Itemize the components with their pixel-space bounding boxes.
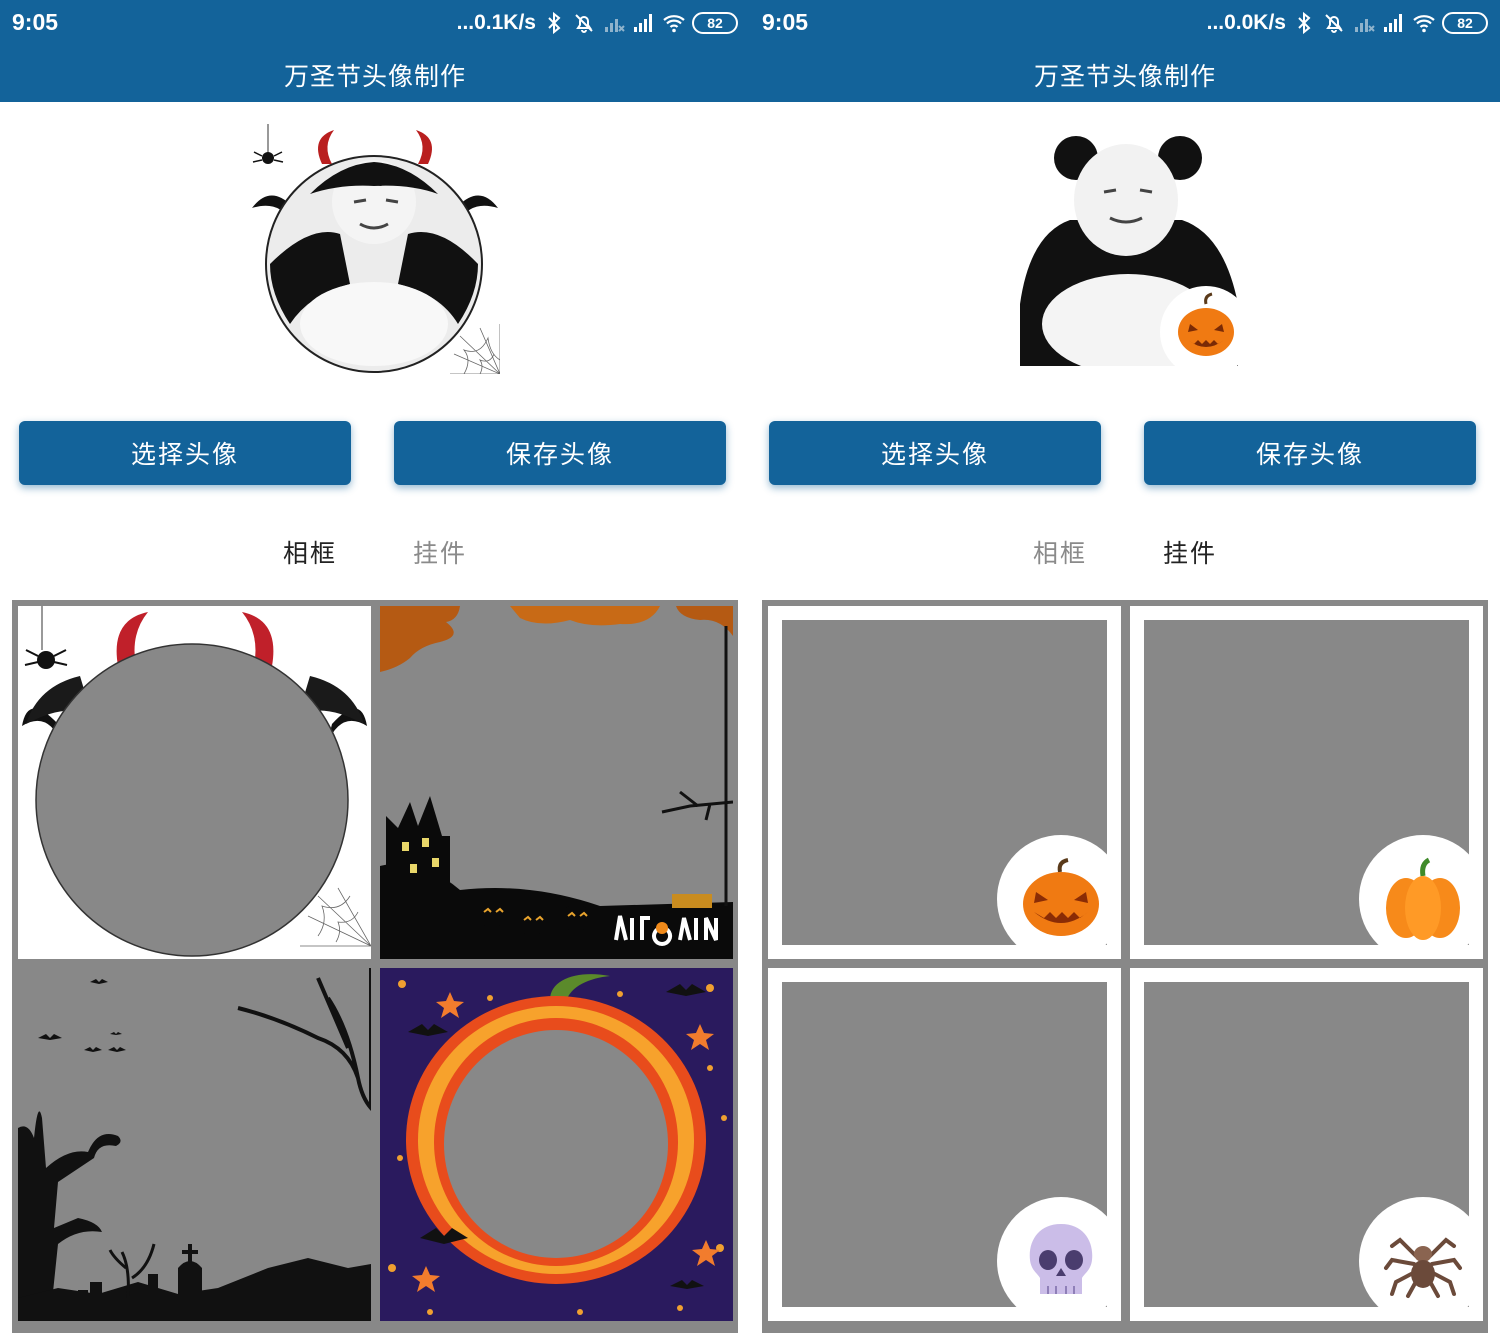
status-bar: 9:05 ...0.0K/s 82 <box>750 0 1500 48</box>
frame-haunted-house[interactable] <box>380 606 733 959</box>
bell-off-icon <box>1325 14 1343 33</box>
pendant-pumpkin[interactable] <box>1130 606 1483 959</box>
battery-indicator: 82 <box>692 12 738 34</box>
tab-pendants[interactable]: 挂件 <box>1163 534 1217 570</box>
select-avatar-button[interactable]: 选择头像 <box>19 421 351 485</box>
tab-frames[interactable]: 相框 <box>283 534 337 570</box>
avatar-preview <box>1010 134 1242 366</box>
tab-pendants[interactable]: 挂件 <box>413 534 467 570</box>
status-bar: 9:05 ...0.1K/s 82 <box>0 0 750 48</box>
pendant-spider[interactable] <box>1130 968 1483 1321</box>
battery-indicator: 82 <box>1442 12 1488 34</box>
wifi-icon <box>663 15 685 33</box>
page-title: 万圣节头像制作 <box>283 62 466 91</box>
tab-frames[interactable]: 相框 <box>1033 534 1087 570</box>
app-bar: 万圣节头像制作 <box>0 48 750 102</box>
screen-pendants: 9:05 ...0.0K/s 82 万圣节头像制作 选择头像 保存头像 相框 挂… <box>750 0 1500 1333</box>
frame-graveyard[interactable] <box>18 968 371 1321</box>
signal-icon <box>634 14 652 32</box>
avatar-preview <box>250 124 500 374</box>
save-avatar-button[interactable]: 保存头像 <box>1144 421 1476 485</box>
app-bar: 万圣节头像制作 <box>750 48 1500 102</box>
status-icons: ...0.0K/s 82 <box>1207 8 1488 38</box>
signal-icon <box>1384 14 1402 32</box>
pumpkin-icon <box>1386 857 1460 940</box>
pendant-badge <box>1359 835 1483 959</box>
screen-frames: 9:05 ...0.1K/s 82 万圣节头像制作 选择头像 保存头像 相框 挂… <box>0 0 750 1333</box>
pendant-badge <box>1359 1197 1483 1321</box>
pendant-skull[interactable] <box>768 968 1121 1321</box>
status-time: 9:05 <box>762 9 809 35</box>
network-speed: ...0.1K/s <box>456 11 536 34</box>
bluetooth-icon <box>1298 11 1311 35</box>
save-avatar-button[interactable]: 保存头像 <box>394 421 726 485</box>
pendant-badge <box>997 835 1121 959</box>
signal-off-icon <box>1355 19 1375 32</box>
network-speed: ...0.0K/s <box>1206 11 1286 34</box>
select-avatar-button[interactable]: 选择头像 <box>769 421 1101 485</box>
pendant-badge <box>997 1197 1121 1321</box>
frame-pumpkin-starry[interactable] <box>380 968 733 1321</box>
status-icons: ...0.1K/s 82 <box>457 8 738 38</box>
pendant-jack-o-lantern[interactable] <box>768 606 1121 959</box>
skull-icon <box>1029 1224 1093 1294</box>
wifi-icon <box>1413 15 1435 33</box>
frames-grid <box>12 600 738 1333</box>
spider-icon <box>1384 1237 1462 1298</box>
pendants-grid <box>762 600 1488 1333</box>
bell-off-icon <box>575 14 593 33</box>
signal-off-icon <box>605 19 625 32</box>
status-time: 9:05 <box>12 9 59 35</box>
jack-o-lantern-icon <box>1023 858 1099 936</box>
bluetooth-icon <box>548 11 561 35</box>
frame-devil-bat[interactable] <box>18 606 371 959</box>
page-title: 万圣节头像制作 <box>1033 62 1216 91</box>
spider-icon <box>252 151 284 164</box>
